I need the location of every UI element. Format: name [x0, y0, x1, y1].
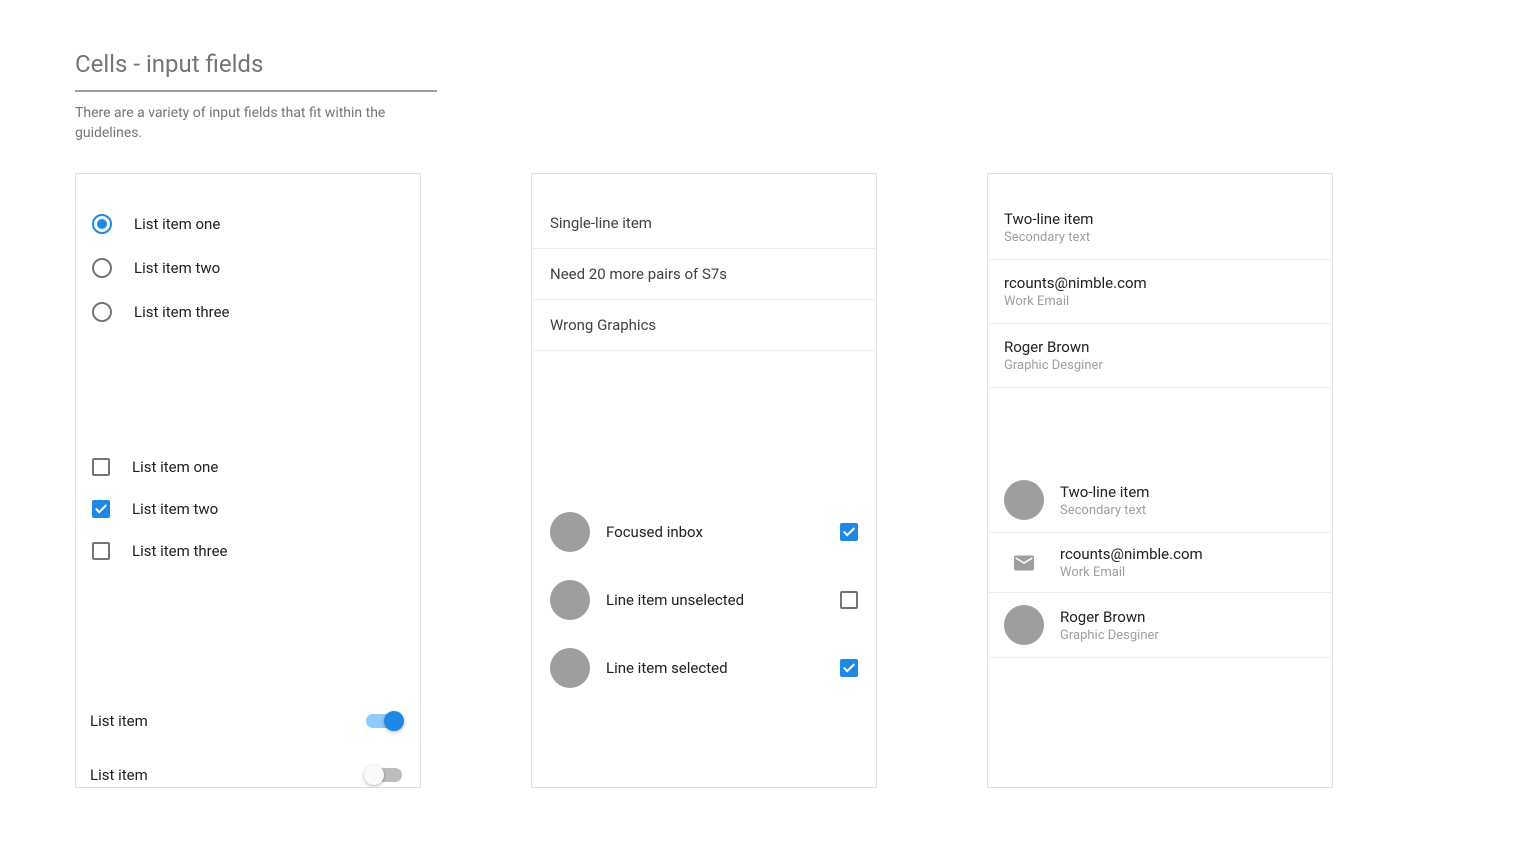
radio-icon[interactable] [92, 214, 112, 234]
avatar-icon [550, 648, 590, 688]
radio-row-1[interactable]: List item one [90, 202, 406, 246]
two-line-avatar-item[interactable]: rcounts@nimble.com Work Email [988, 533, 1332, 593]
radio-icon[interactable] [92, 302, 112, 322]
two-line-avatar-item[interactable]: Two-line item Secondary text [988, 468, 1332, 533]
checkbox-label: List item one [132, 458, 218, 476]
checkbox-label: List item two [132, 500, 218, 518]
avatar-label: Line item selected [606, 659, 822, 677]
two-line-item[interactable]: Roger Brown Graphic Desginer [988, 324, 1332, 388]
two-line-primary: Roger Brown [1004, 338, 1316, 356]
page-description: There are a variety of input fields that… [75, 104, 415, 143]
list-item[interactable]: Wrong Graphics [532, 300, 876, 351]
avatar-icon [550, 580, 590, 620]
radio-icon[interactable] [92, 258, 112, 278]
avatar-row-2[interactable]: Line item unselected [546, 566, 862, 634]
two-line-primary: Two-line item [1060, 483, 1316, 501]
list-item[interactable]: Need 20 more pairs of S7s [532, 249, 876, 300]
checkbox-icon[interactable] [92, 542, 110, 560]
checkbox-row-2[interactable]: List item two [90, 488, 406, 530]
list-item[interactable]: Single-line item [532, 174, 876, 249]
two-line-primary: rcounts@nimble.com [1004, 274, 1316, 292]
two-line-secondary: Work Email [1004, 294, 1316, 309]
checkbox-icon[interactable] [840, 523, 858, 541]
checkbox-group: List item one List item two List item th… [76, 446, 420, 584]
two-line-primary: Roger Brown [1060, 608, 1316, 626]
checkbox-icon[interactable] [840, 591, 858, 609]
switch-label: List item [90, 712, 148, 730]
switch-label: List item [90, 766, 148, 784]
checkbox-label: List item three [132, 542, 228, 560]
radio-label: List item one [134, 215, 220, 233]
radio-label: List item two [134, 259, 220, 277]
card-radios-checkboxes-switches: List item one List item two List item th… [75, 173, 421, 788]
switch-toggle-icon[interactable] [366, 714, 402, 728]
radio-row-2[interactable]: List item two [90, 246, 406, 290]
checkbox-row-1[interactable]: List item one [90, 446, 406, 488]
mail-icon [1004, 555, 1044, 571]
avatar-icon [1004, 480, 1044, 520]
radio-label: List item three [134, 303, 230, 321]
avatar-icon [1004, 605, 1044, 645]
avatar-row-1[interactable]: Focused inbox [546, 498, 862, 566]
two-line-secondary: Secondary text [1004, 230, 1316, 245]
checkbox-row-3[interactable]: List item three [90, 530, 406, 572]
two-line-secondary: Graphic Desginer [1004, 358, 1316, 373]
two-line-secondary: Graphic Desginer [1060, 628, 1316, 643]
two-line-item[interactable]: Two-line item Secondary text [988, 174, 1332, 260]
page-title: Cells - input fields [75, 50, 437, 92]
switch-toggle-icon[interactable] [366, 768, 402, 782]
two-line-primary: rcounts@nimble.com [1060, 545, 1316, 563]
switch-row-1[interactable]: List item [76, 694, 420, 748]
two-line-item[interactable]: rcounts@nimble.com Work Email [988, 260, 1332, 324]
avatar-label: Focused inbox [606, 523, 822, 541]
two-line-secondary: Secondary text [1060, 503, 1316, 518]
avatar-icon [550, 512, 590, 552]
card-two-line: Two-line item Secondary text rcounts@nim… [987, 173, 1333, 788]
two-line-avatar-item[interactable]: Roger Brown Graphic Desginer [988, 593, 1332, 658]
switch-row-2[interactable]: List item [76, 748, 420, 802]
radio-row-3[interactable]: List item three [90, 290, 406, 334]
checkbox-icon[interactable] [92, 500, 110, 518]
avatar-row-3[interactable]: Line item selected [546, 634, 862, 702]
card-single-line-avatar: Single-line item Need 20 more pairs of S… [531, 173, 877, 788]
avatar-label: Line item unselected [606, 591, 822, 609]
avatar-checkbox-group: Focused inbox Line item unselected Line … [532, 486, 876, 714]
checkbox-icon[interactable] [92, 458, 110, 476]
checkbox-icon[interactable] [840, 659, 858, 677]
two-line-primary: Two-line item [1004, 210, 1316, 228]
radio-group: List item one List item two List item th… [76, 174, 420, 346]
two-line-secondary: Work Email [1060, 565, 1316, 580]
